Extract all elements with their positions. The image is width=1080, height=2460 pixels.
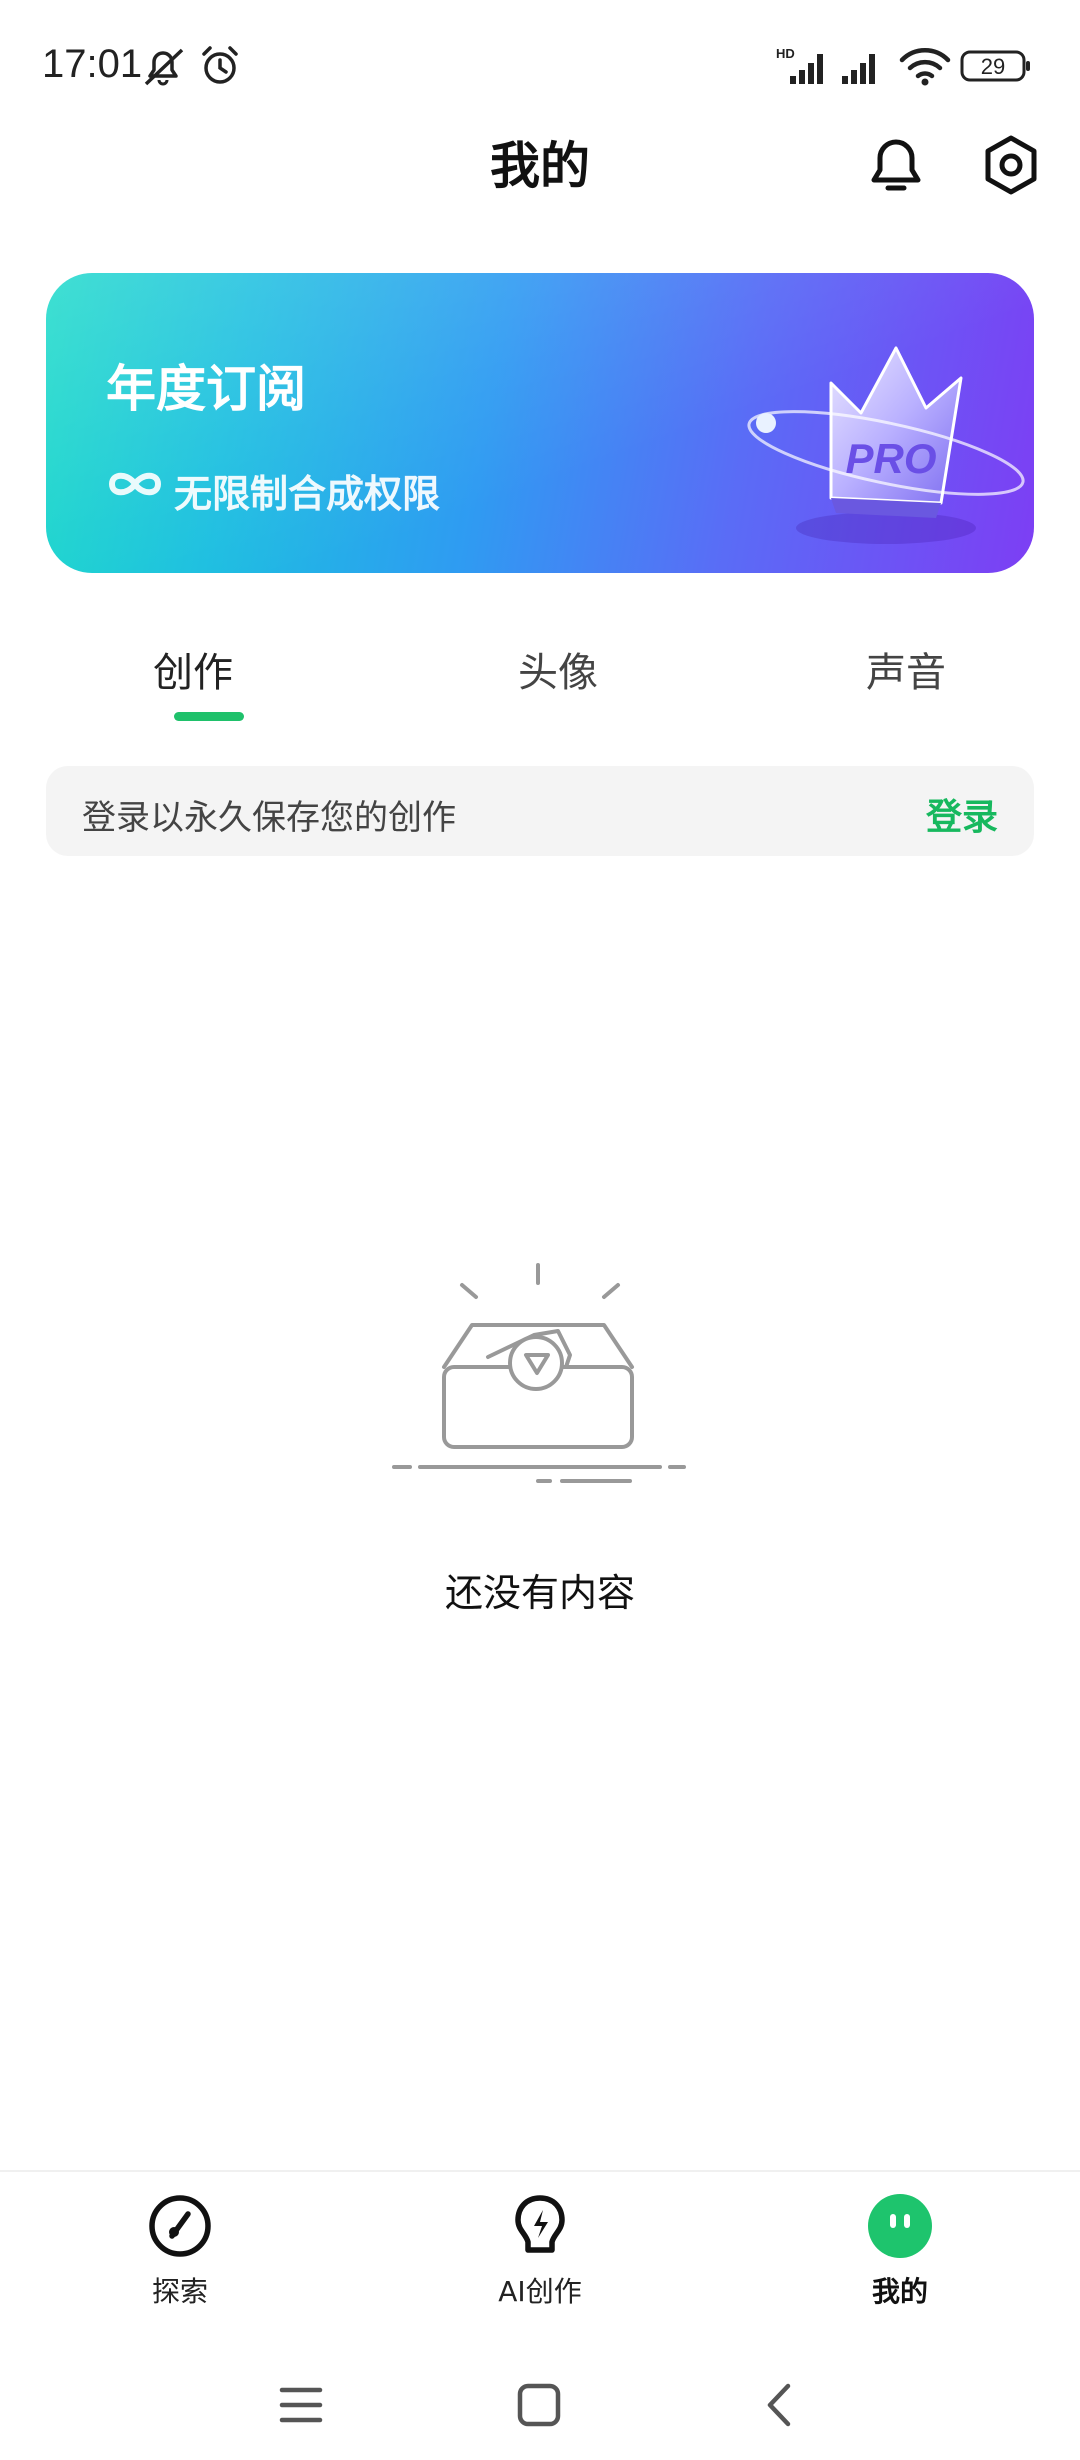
subscription-banner[interactable]: 年度订阅 无限制合成权限 PRO bbox=[46, 273, 1034, 573]
bottom-nav: 探索 AI创作 我的 bbox=[0, 2170, 1080, 2312]
alarm-icon bbox=[202, 46, 238, 84]
nav-ai-create[interactable]: AI创作 bbox=[430, 2192, 650, 2310]
face-icon bbox=[868, 2194, 932, 2258]
status-time: 17:01 bbox=[42, 42, 143, 86]
banner-subtitle: 无限制合成权限 bbox=[174, 472, 441, 516]
tab-creation[interactable]: 创作 bbox=[153, 640, 233, 698]
empty-box-icon bbox=[392, 1263, 686, 1483]
settings-icon[interactable] bbox=[978, 132, 1044, 198]
bell-icon[interactable] bbox=[864, 132, 928, 198]
signal-hd-icon: HD bbox=[776, 46, 823, 84]
empty-state-text: 还没有内容 bbox=[444, 1571, 635, 1615]
status-bar: 17:01 HD 29 bbox=[0, 0, 1080, 140]
bulb-icon bbox=[515, 2195, 565, 2253]
compass-icon bbox=[149, 2195, 211, 2257]
tab-voice[interactable]: 声音 bbox=[866, 640, 946, 698]
pro-badge: PRO bbox=[845, 435, 936, 482]
signal-icon bbox=[842, 54, 875, 84]
nav-ai-create-label: AI创作 bbox=[498, 2275, 582, 2308]
nav-explore[interactable]: 探索 bbox=[70, 2192, 290, 2310]
wifi-icon bbox=[899, 48, 951, 86]
menu-icon[interactable] bbox=[278, 2382, 324, 2428]
network-label: HD bbox=[776, 46, 795, 61]
home-icon[interactable] bbox=[516, 2382, 562, 2428]
nav-explore-label: 探索 bbox=[151, 2275, 208, 2308]
system-nav-bar bbox=[0, 2360, 1080, 2460]
mute-icon bbox=[144, 48, 184, 86]
battery-level: 29 bbox=[981, 54, 1005, 79]
login-prompt-text: 登录以永久保存您的创作 bbox=[82, 798, 456, 838]
infinity-icon bbox=[108, 472, 162, 496]
back-icon[interactable] bbox=[758, 2382, 804, 2428]
nav-mine[interactable]: 我的 bbox=[790, 2192, 1010, 2310]
tab-avatar[interactable]: 头像 bbox=[518, 640, 598, 698]
login-prompt-bar: 登录以永久保存您的创作 登录 bbox=[46, 766, 1034, 856]
battery-icon: 29 bbox=[960, 50, 1030, 82]
banner-title: 年度订阅 bbox=[106, 360, 306, 418]
nav-mine-label: 我的 bbox=[871, 2275, 928, 2308]
login-button[interactable]: 登录 bbox=[926, 788, 998, 840]
crown-pro-icon: PRO bbox=[747, 346, 1025, 544]
tab-active-indicator bbox=[174, 712, 244, 721]
